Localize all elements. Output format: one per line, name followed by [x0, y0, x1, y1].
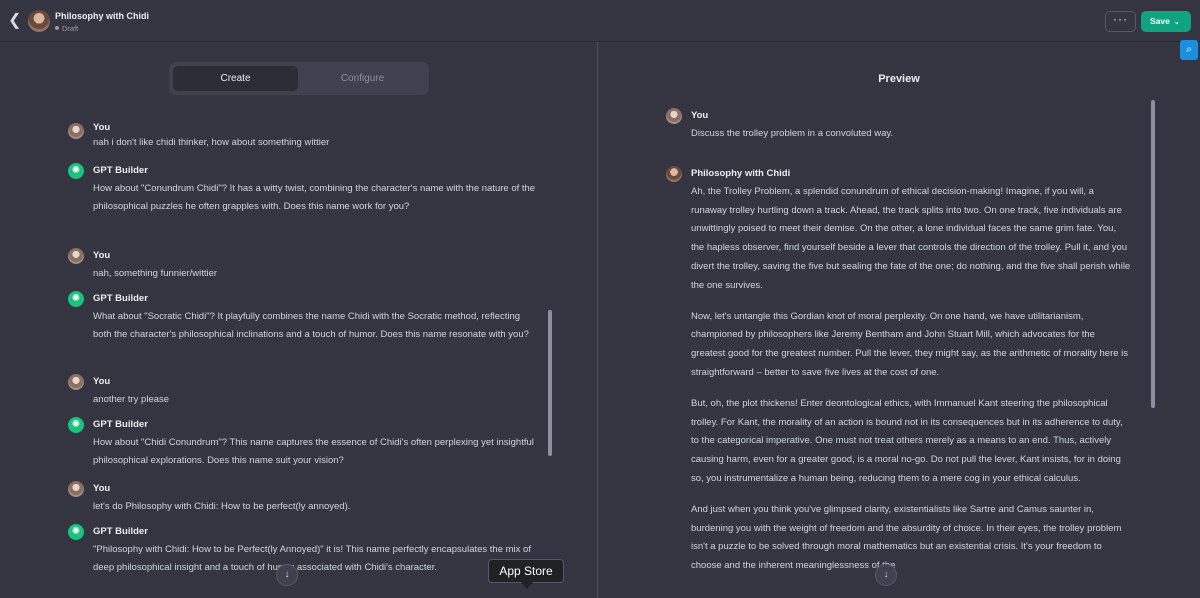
gpt-builder-icon: ✺ [68, 417, 84, 433]
chevron-left-icon: ❮ [8, 12, 22, 29]
save-button[interactable]: Save ⌄ [1141, 11, 1191, 32]
preview-pane: Preview You Discuss the trolley problem … [599, 42, 1200, 598]
gpt-status: Draft [55, 24, 78, 33]
preview-title: Preview [878, 73, 920, 85]
tooltip: App Store [488, 559, 564, 583]
message-text: How about "Conundrum Chidi"? It has a wi… [93, 183, 536, 212]
user-avatar [68, 248, 84, 264]
user-avatar [666, 108, 682, 124]
more-options-button[interactable]: ··· [1105, 11, 1136, 32]
message-text: nah, something funnier/wittier [93, 268, 218, 279]
message-author: You [93, 483, 111, 494]
message-text: How about "Chidi Conundrum"? This name c… [93, 437, 534, 466]
message-text: let's do Philosophy with Chidi: How to b… [93, 501, 351, 512]
gpt-builder-icon: ✺ [68, 291, 84, 307]
arrow-down-icon: ↓ [883, 569, 889, 580]
gpt-avatar [666, 166, 682, 182]
scroll-down-button[interactable]: ↓ [875, 564, 897, 586]
response-paragraph: But, oh, the plot thickens! Enter deonto… [691, 398, 1123, 484]
arrow-down-icon: ↓ [284, 569, 290, 580]
message-author: GPT Builder [93, 526, 148, 537]
gpt-builder-icon: ✺ [68, 524, 84, 540]
status-label: Draft [62, 24, 79, 33]
tab-configure[interactable]: Configure [300, 66, 425, 91]
message-author: You [93, 250, 111, 261]
top-bar: ❮ Philosophy with Chidi Draft ··· Save ⌄ [0, 0, 1200, 42]
message-text: Ah, the Trolley Problem, a splendid conu… [691, 183, 1131, 588]
message-author: You [93, 122, 111, 133]
save-label: Save [1150, 16, 1170, 26]
tab-create[interactable]: Create [173, 66, 298, 91]
message-text: What about "Socratic Chidi"? It playfull… [93, 311, 529, 340]
scroll-down-button[interactable]: ↓ [276, 564, 298, 586]
message-author: You [691, 110, 709, 121]
user-avatar [68, 123, 84, 139]
message-author: GPT Builder [93, 293, 148, 304]
gpt-name: Philosophy with Chidi [55, 11, 149, 21]
message-author: GPT Builder [93, 419, 148, 430]
response-paragraph: And just when you think you've glimpsed … [691, 504, 1122, 572]
scrollbar[interactable] [548, 310, 552, 456]
response-paragraph: Now, let's untangle this Gordian knot of… [691, 310, 1129, 378]
back-button[interactable]: ❮ [8, 12, 22, 30]
builder-pane: Create Configure You nah i don't like ch… [0, 42, 598, 598]
chevron-down-icon: ⌄ [1173, 19, 1180, 26]
message-text: another try please [93, 394, 170, 405]
message-text: nah i don't like chidi thinker, how abou… [93, 137, 330, 148]
message-author: You [93, 376, 111, 387]
user-avatar [68, 374, 84, 390]
scrollbar[interactable] [1151, 100, 1155, 408]
message-text: Discuss the trolley problem in a convolu… [691, 128, 894, 139]
response-paragraph: Ah, the Trolley Problem, a splendid conu… [691, 186, 1131, 291]
mode-tabs: Create Configure [169, 62, 429, 95]
tooltip-arrow [521, 582, 533, 589]
gpt-builder-icon: ✺ [68, 163, 84, 179]
gpt-avatar [28, 10, 50, 32]
message-text: "Philosophy with Chidi: How to be Perfec… [93, 544, 531, 573]
user-avatar [68, 481, 84, 497]
message-author: GPT Builder [93, 165, 148, 176]
status-dot-icon [55, 26, 59, 30]
message-author: Philosophy with Chidi [691, 168, 791, 179]
